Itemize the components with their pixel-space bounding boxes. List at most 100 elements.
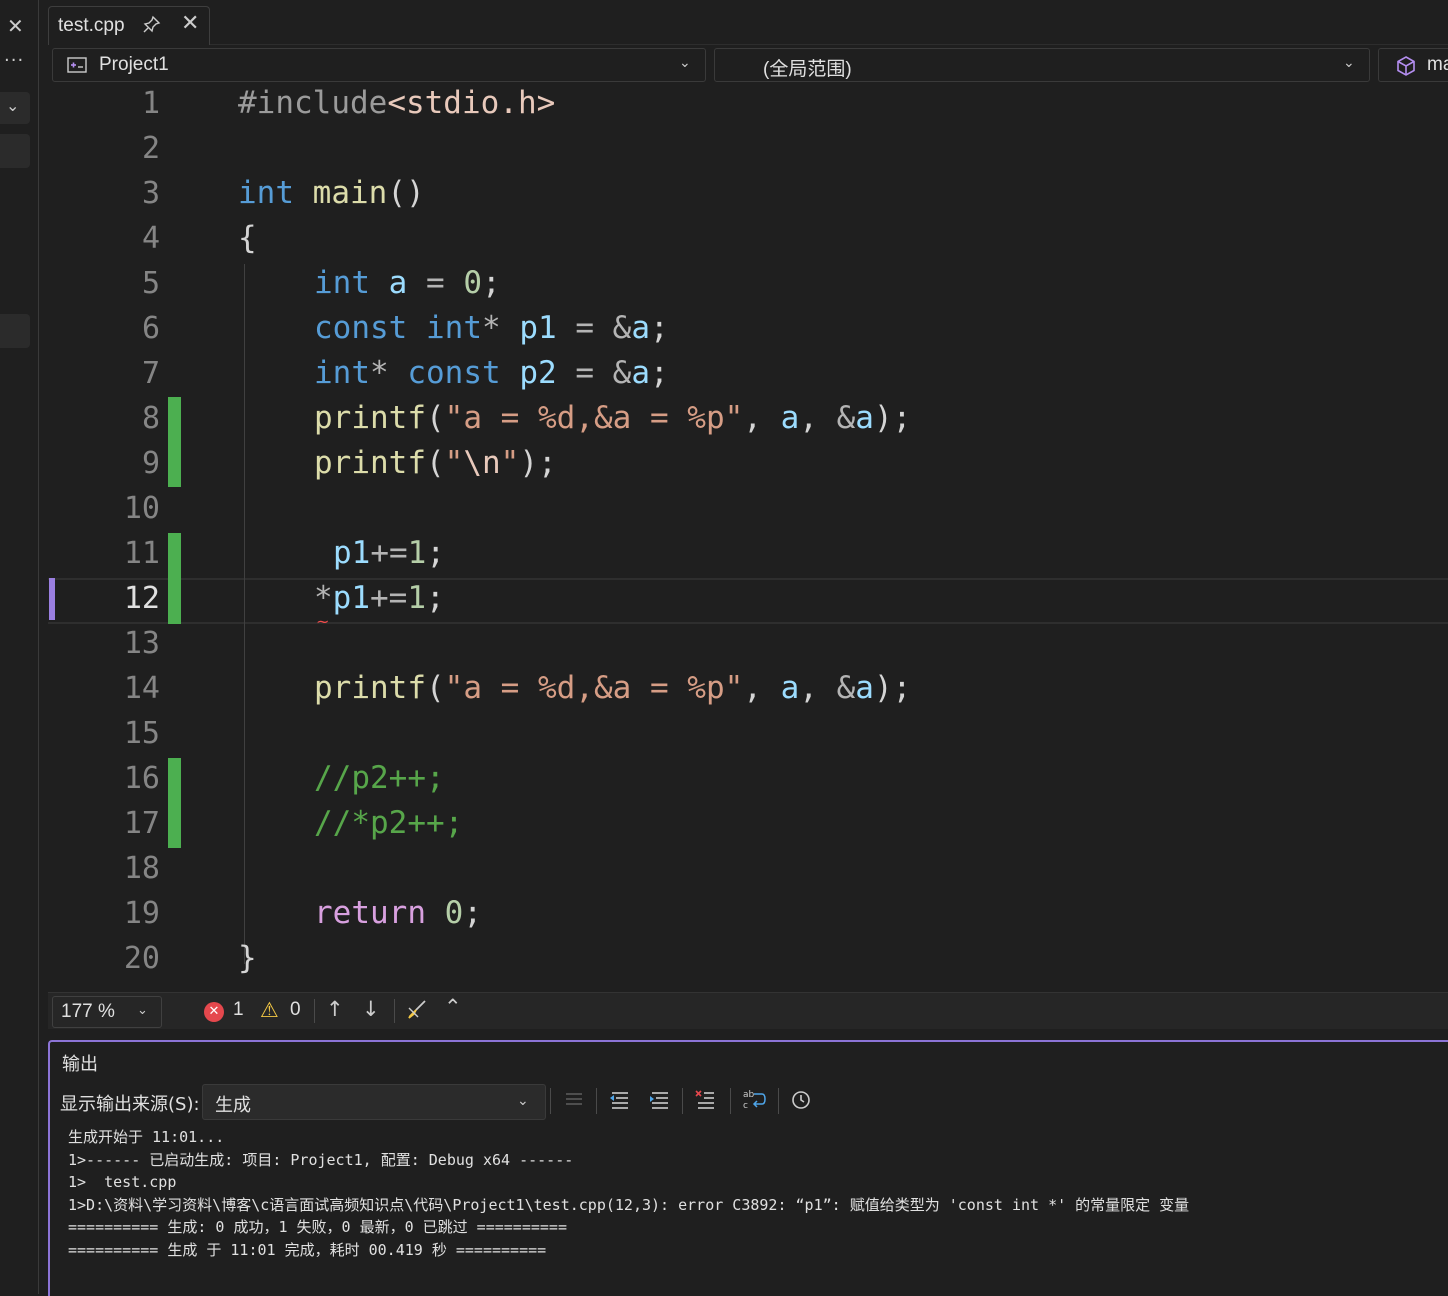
punctuation: , (799, 400, 837, 436)
string-literal: " (500, 445, 520, 481)
line-number: 9 (141, 446, 160, 481)
line-number: 14 (123, 671, 160, 706)
scope-dropdown[interactable]: (全局范围) ⌄ (714, 48, 1370, 82)
output-line: 1> test.cpp (68, 1173, 177, 1192)
operator: = (407, 265, 464, 301)
keyword: const (314, 310, 408, 346)
pin-icon[interactable] (143, 15, 161, 38)
operator: * (482, 310, 501, 346)
warning-count[interactable]: 0 (290, 999, 301, 1021)
clear-all-icon[interactable] (694, 1088, 716, 1115)
line-number: 1 (141, 86, 160, 121)
go-to-next-message-icon[interactable] (648, 1088, 670, 1115)
code-line-20: } (238, 940, 257, 976)
punctuation: ( (425, 445, 445, 481)
project-icon (67, 56, 87, 78)
number: 0 (444, 895, 464, 931)
current-line-highlight (48, 578, 1448, 624)
code-cleanup-brush-icon[interactable] (406, 998, 428, 1025)
line-number: 2 (141, 131, 160, 166)
side-panel-item[interactable] (0, 134, 30, 168)
warning-icon[interactable]: ⚠ (260, 998, 279, 1022)
punctuation: () (387, 175, 425, 211)
code-line-3: int main() (238, 171, 425, 216)
code-line-16-comment: //p2++; (314, 760, 445, 796)
variable: p1 (519, 310, 557, 346)
operator: += (370, 535, 408, 571)
code-line-1: #include<stdio.h> (238, 81, 555, 126)
arrow-up-icon[interactable]: ↑ (326, 997, 344, 1021)
chevron-down-icon: ⌄ (679, 55, 691, 71)
member-name: ma (1427, 54, 1448, 75)
go-to-previous-message-icon[interactable] (608, 1088, 630, 1115)
divider (730, 1088, 731, 1114)
find-message-in-code-icon[interactable] (562, 1088, 584, 1115)
project-dropdown[interactable]: Project1 ⌄ (52, 48, 706, 82)
code-line-9: printf("\n"); (314, 441, 557, 486)
divider (596, 1088, 597, 1114)
variable: a (780, 400, 800, 436)
error-squiggle[interactable]: ~ (316, 612, 329, 631)
toggle-word-wrap-icon[interactable]: ab c (742, 1088, 766, 1115)
chevron-down-icon: ⌄ (1343, 55, 1355, 71)
method-cube-icon (1395, 55, 1417, 81)
output-line: ========== 生成: 0 成功，1 失败，0 最新，0 已跳过 ====… (68, 1218, 567, 1237)
output-panel: 输出 显示输出来源(S): 生成 ⌄ ab c 生成开始于 11:01... 1>-… (48, 1040, 1448, 1296)
string-literal: "a = %d,&a = %p" (444, 400, 744, 436)
code-line-12: *p1+=1; (314, 576, 445, 621)
editor-status-bar: 177 % ⌄ ✕ 1 ⚠ 0 ↑ ↓ ⌃ (48, 992, 1448, 1029)
more-options-icon[interactable]: ··· (4, 50, 24, 71)
tab-test-cpp[interactable]: test.cpp ✕ (48, 6, 210, 45)
chevron-up-icon[interactable]: ⌃ (444, 995, 462, 1019)
variable: a (631, 355, 651, 391)
control-keyword: return (314, 895, 426, 931)
error-count[interactable]: 1 (233, 999, 244, 1021)
output-source-dropdown[interactable]: 生成 ⌄ (202, 1084, 546, 1120)
line-number: 13 (123, 626, 160, 661)
variable: p1 (333, 535, 371, 571)
code-editor[interactable]: 1 2 3 4 5 6 7 8 9 10 11 12 13 14 15 16 1… (48, 84, 1448, 992)
clock-icon[interactable] (790, 1088, 812, 1115)
operator: * (314, 580, 333, 616)
number: 0 (463, 265, 483, 301)
member-dropdown[interactable]: ma (1378, 48, 1448, 82)
close-icon[interactable]: ✕ (7, 14, 24, 38)
arrow-down-icon[interactable]: ↓ (362, 997, 380, 1021)
error-icon[interactable]: ✕ (204, 1002, 224, 1022)
output-line: 1>------ 已启动生成: 项目: Project1, 配置: Debug … (68, 1150, 574, 1169)
operator: & (612, 310, 632, 346)
collapse-button[interactable]: ⌄ (0, 92, 30, 124)
line-number-current: 12 (123, 581, 160, 616)
line-number: 3 (141, 176, 160, 211)
punctuation: , (743, 670, 781, 706)
chevron-down-icon: ⌄ (137, 1003, 148, 1018)
zoom-dropdown[interactable]: 177 % ⌄ (52, 996, 162, 1028)
line-number: 19 (123, 896, 160, 931)
function-name: main (312, 175, 388, 211)
line-number: 11 (123, 536, 160, 571)
svg-text:ab: ab (743, 1090, 755, 1100)
navigation-bar: Project1 ⌄ (全局范围) ⌄ ma (48, 46, 1448, 84)
output-text[interactable]: 生成开始于 11:01... 1>------ 已启动生成: 项目: Projec… (68, 1126, 1189, 1262)
output-line: 生成开始于 11:01... (68, 1128, 225, 1146)
variable: p2 (519, 355, 557, 391)
punctuation: ; (426, 535, 445, 571)
divider (314, 999, 315, 1023)
tab-filename: test.cpp (58, 15, 125, 36)
include-header: <stdio.h> (387, 85, 556, 121)
function-name: printf (314, 445, 426, 481)
project-name: Project1 (99, 54, 169, 75)
changed-lines-marker (168, 397, 181, 487)
punctuation: ; (482, 265, 501, 301)
function-name: printf (314, 400, 426, 436)
close-tab-icon[interactable]: ✕ (181, 11, 199, 36)
side-panel-item[interactable] (0, 314, 30, 348)
punctuation: ; (650, 355, 669, 391)
function-name: printf (314, 670, 426, 706)
punctuation: , (799, 670, 837, 706)
indent-guide (244, 264, 245, 964)
line-number: 17 (123, 806, 160, 841)
keyword: int (314, 355, 370, 391)
divider (550, 1088, 551, 1114)
number: 1 (407, 580, 426, 616)
